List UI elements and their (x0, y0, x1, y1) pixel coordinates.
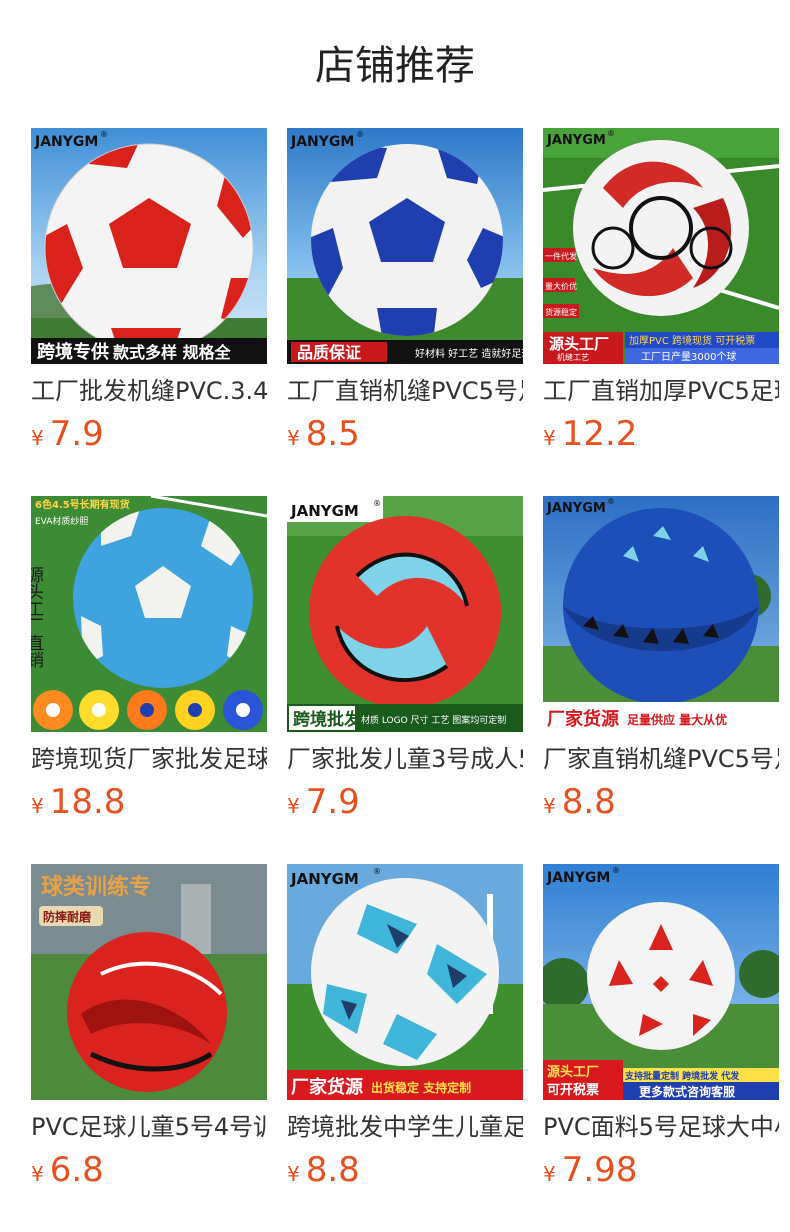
product-card[interactable]: 球类训练专 防摔耐磨 PVC足球儿童5号4号训练 ¥6.8 (31, 864, 267, 1214)
product-grid: JANYGM ® 跨境专供 款式多样 规格全 工厂批发机缝PVC.3.4.5号 … (31, 128, 781, 1228)
product-name[interactable]: 跨境批发中学生儿童足球 (287, 1110, 523, 1144)
product-image[interactable]: JANYGM ® 厂家货源 出货稳定 支持定制 (287, 864, 523, 1100)
banner-main2: 可开税票 (547, 1082, 599, 1098)
product-price: ¥6.8 (31, 1148, 267, 1192)
product-image[interactable]: JANYGM ® 跨境专供 款式多样 规格全 (31, 128, 267, 364)
banner-main: 源头工厂 (547, 1064, 599, 1080)
side-tag: 货源稳定 (545, 307, 577, 317)
product-image[interactable]: JANYGM ® 跨境批发 材质 LOGO 尺寸 工艺 图案均可定制 (287, 496, 523, 732)
price-value: 18.8 (49, 782, 126, 822)
price-value: 7.98 (561, 1150, 638, 1190)
price-value: 12.2 (561, 414, 638, 454)
currency-symbol: ¥ (287, 1162, 300, 1186)
brand-logo: JANYGM (546, 870, 610, 886)
product-price: ¥7.98 (543, 1148, 779, 1192)
page-title: 店铺推荐 (315, 43, 475, 89)
product-name[interactable]: 厂家批发儿童3号成人5号 (287, 742, 523, 776)
brand-logo: JANYGM (290, 870, 359, 888)
product-name[interactable]: 厂家直销机缝PVC5号足球 (543, 742, 779, 776)
product-card[interactable]: JANYGM ® 厂家货源 足量供应 量大从优 厂家直销机缝PVC5号足球 ¥8… (543, 496, 779, 846)
banner-main: 厂家货源 (547, 708, 619, 730)
product-card[interactable]: 6色4.5号长期有现货 EVA材质纱胆 源头工厂直销 跨境现货厂家批发足球 ¥1… (31, 496, 267, 846)
banner-main: 品质保证 (297, 343, 361, 362)
brand-logo: JANYGM (546, 133, 606, 148)
svg-text:机缝工艺: 机缝工艺 (557, 352, 589, 362)
product-image[interactable]: 球类训练专 防摔耐磨 (31, 864, 267, 1100)
svg-text:®: ® (373, 867, 381, 876)
banner-main: 源头工厂 (549, 335, 609, 353)
price-value: 8.5 (305, 414, 360, 454)
product-card[interactable]: JANYGM ® 源头工厂 可开税票 支持批量定制 跨境批发 代发 更多款式咨询… (543, 864, 779, 1214)
svg-text:®: ® (373, 499, 381, 508)
brand-logo: JANYGM (546, 501, 606, 516)
product-name[interactable]: PVC足球儿童5号4号训练 (31, 1110, 267, 1144)
banner-main: 厂家货源 (291, 1076, 363, 1098)
product-card[interactable]: JANYGM ® 跨境专供 款式多样 规格全 工厂批发机缝PVC.3.4.5号 … (31, 128, 267, 478)
product-price: ¥7.9 (31, 412, 267, 456)
currency-symbol: ¥ (287, 426, 300, 450)
product-price: ¥8.5 (287, 412, 523, 456)
product-image[interactable]: JANYGM ® 一件代发 量大价优 货源稳定 源头工厂 机缝工艺 加厚PVC … (543, 128, 779, 364)
product-name[interactable]: PVC面料5号足球大中小学 (543, 1110, 779, 1144)
product-price: ¥8.8 (543, 780, 779, 824)
currency-symbol: ¥ (31, 794, 44, 818)
side-text: 源头工厂直销 (31, 566, 44, 669)
product-name[interactable]: 工厂批发机缝PVC.3.4.5号 (31, 374, 267, 408)
product-card[interactable]: JANYGM ® 跨境批发 材质 LOGO 尺寸 工艺 图案均可定制 厂家批发儿… (287, 496, 523, 846)
product-price: ¥18.8 (31, 780, 267, 824)
svg-text:EVA材质纱胆: EVA材质纱胆 (35, 515, 88, 527)
product-name[interactable]: 跨境现货厂家批发足球 (31, 742, 267, 776)
banner-sub: 好材料 好工艺 造就好足球 (415, 347, 523, 360)
price-value: 6.8 (49, 1150, 104, 1190)
price-value: 8.8 (561, 782, 616, 822)
svg-text:®: ® (612, 866, 620, 875)
product-price: ¥7.9 (287, 780, 523, 824)
brand-logo: JANYGM (34, 134, 98, 150)
banner-sub: 材质 LOGO 尺寸 工艺 图案均可定制 (361, 714, 506, 726)
top-text: 6色4.5号长期有现货 (35, 498, 130, 511)
price-value: 7.9 (49, 414, 104, 454)
currency-symbol: ¥ (31, 426, 44, 450)
currency-symbol: ¥ (543, 794, 556, 818)
svg-text:®: ® (607, 497, 615, 506)
price-value: 7.9 (305, 782, 360, 822)
product-image[interactable]: JANYGM ® 源头工厂 可开税票 支持批量定制 跨境批发 代发 更多款式咨询… (543, 864, 779, 1100)
top-text: 球类训练专 (41, 874, 151, 900)
product-image[interactable]: JANYGM ® 品质保证 好材料 好工艺 造就好足球 (287, 128, 523, 364)
product-name[interactable]: 工厂直销机缝PVC5号足球 (287, 374, 523, 408)
banner-sub: 加厚PVC 跨境现货 可开税票 (629, 334, 755, 347)
banner-sub: 出货稳定 支持定制 (371, 1080, 471, 1095)
product-image[interactable]: JANYGM ® 厂家货源 足量供应 量大从优 (543, 496, 779, 732)
banner-sub: 工厂日产量3000个球 (641, 350, 736, 363)
currency-symbol: ¥ (287, 794, 300, 818)
product-price: ¥12.2 (543, 412, 779, 456)
currency-symbol: ¥ (543, 426, 556, 450)
banner-main: 跨境专供 (37, 341, 109, 363)
svg-text:®: ® (607, 129, 615, 138)
currency-symbol: ¥ (31, 1162, 44, 1186)
price-value: 8.8 (305, 1150, 360, 1190)
side-tag: 量大价优 (545, 281, 577, 291)
brand-logo: JANYGM (290, 134, 354, 150)
banner-sub: 更多款式咨询客服 (639, 1084, 736, 1099)
product-card[interactable]: JANYGM ® 一件代发 量大价优 货源稳定 源头工厂 机缝工艺 加厚PVC … (543, 128, 779, 478)
product-name[interactable]: 工厂直销加厚PVC5足球 (543, 374, 779, 408)
product-price: ¥8.8 (287, 1148, 523, 1192)
currency-symbol: ¥ (543, 1162, 556, 1186)
banner-sub: 足量供应 量大从优 (627, 712, 727, 727)
brand-logo: JANYGM (290, 502, 359, 520)
svg-text:®: ® (356, 130, 364, 139)
side-tag: 一件代发 (545, 251, 577, 261)
svg-text:®: ® (100, 130, 108, 139)
product-image[interactable]: 6色4.5号长期有现货 EVA材质纱胆 源头工厂直销 (31, 496, 267, 732)
banner-sub: 款式多样 规格全 (113, 343, 232, 362)
banner-sub: 支持批量定制 跨境批发 代发 (624, 1070, 740, 1082)
product-card[interactable]: JANYGM ® 厂家货源 出货稳定 支持定制 跨境批发中学生儿童足球 ¥8.8 (287, 864, 523, 1214)
product-card[interactable]: JANYGM ® 品质保证 好材料 好工艺 造就好足球 工厂直销机缝PVC5号足… (287, 128, 523, 478)
top-tag: 防摔耐磨 (43, 909, 91, 924)
banner-main: 跨境批发 (293, 709, 362, 730)
